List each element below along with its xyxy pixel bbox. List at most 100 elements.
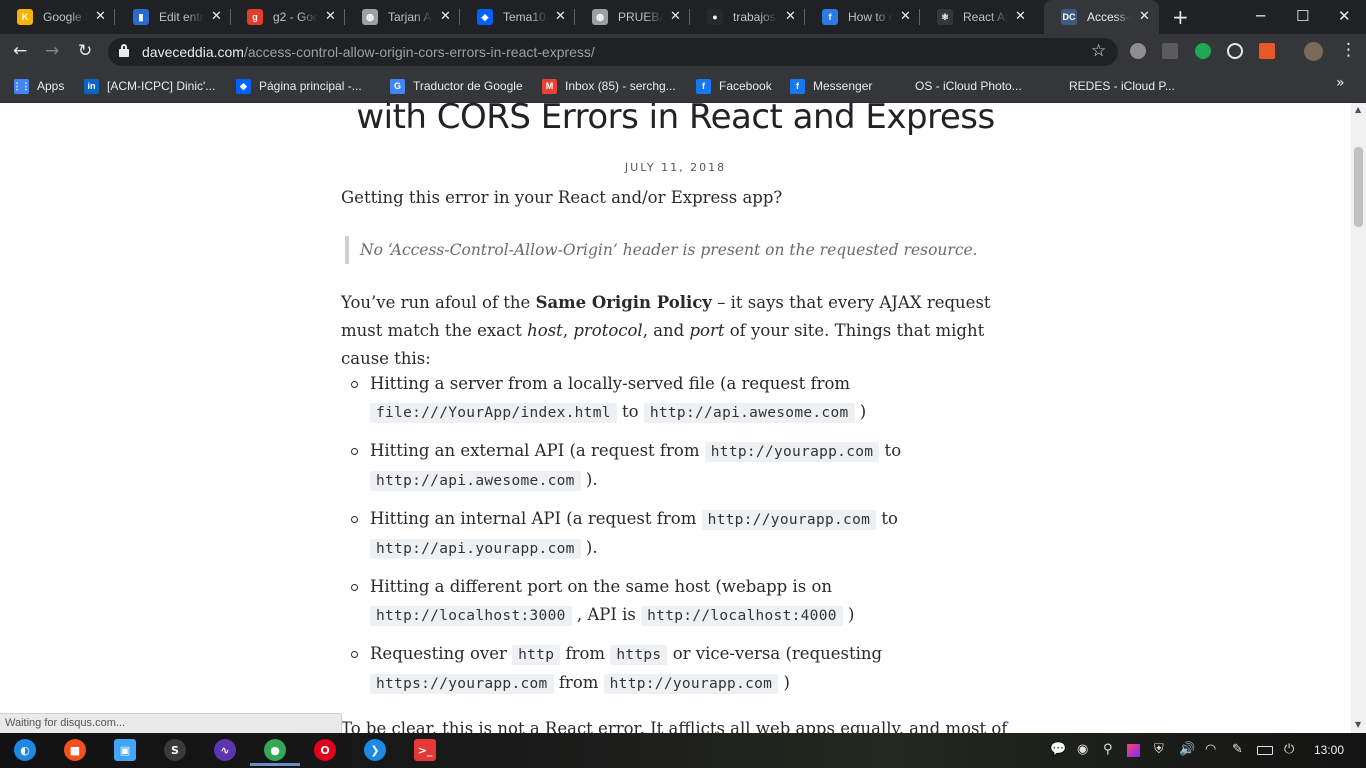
bookmark-item[interactable]: G Traductor de Google (390, 77, 523, 95)
screen-recorder-icon[interactable]: ■ (64, 739, 86, 761)
bookmark-label: REDES - iCloud P... (1069, 79, 1175, 93)
github-icon: ● (707, 9, 723, 25)
shield-icon[interactable]: ⛨ (1154, 742, 1164, 757)
new-tab-button[interactable]: + (1172, 5, 1189, 29)
os-taskbar: ◐ ■ ▣ S ∿ ● O ❯ >_ 💬 ◉ ⚲ ⛨ 🔊 ◠ ✎ ⏻ 13:00 (0, 733, 1366, 768)
bookmark-label: Página principal -... (259, 79, 362, 93)
browser-tab[interactable]: f How to connect ✕ (805, 0, 920, 34)
bookmark-item[interactable]: ◆ Página principal -... (236, 77, 362, 95)
bookmark-item[interactable]: OS - iCloud Photo... (892, 77, 1022, 95)
close-tab-icon[interactable]: ✕ (1139, 8, 1150, 24)
close-tab-icon[interactable]: ✕ (211, 8, 222, 24)
opera-icon[interactable]: O (314, 739, 336, 761)
apps-grid-icon: ⋮⋮ (13, 78, 31, 94)
bookmark-star-icon[interactable]: ☆ (1091, 41, 1106, 61)
close-tab-icon[interactable]: ✕ (1015, 8, 1026, 24)
browser-tab[interactable]: K Google Keep ✕ (0, 0, 115, 34)
browser-tab[interactable]: DC Access-Control ✕ (1044, 0, 1159, 34)
close-tab-icon[interactable]: ✕ (325, 8, 336, 24)
tab-title: Tema10-Dropbox (503, 10, 548, 24)
url-text[interactable]: daveceddia.com/access-control-allow-orig… (142, 44, 595, 60)
browser-tab[interactable]: ▮ Edit entry ✕ (116, 0, 231, 34)
maximize-icon[interactable]: ☐ (1296, 7, 1309, 25)
sublime-icon[interactable]: S (164, 739, 186, 761)
globe-icon: ◍ (362, 9, 378, 25)
tab-title: g2 - Google Slides (273, 10, 318, 24)
power-icon[interactable]: ⏻ (1284, 742, 1294, 757)
vscode-icon[interactable]: ❯ (364, 739, 386, 761)
terminal-icon[interactable]: >_ (414, 739, 436, 761)
address-bar[interactable]: daveceddia.com/access-control-allow-orig… (108, 38, 1118, 66)
forward-button[interactable]: → (45, 41, 59, 61)
browser-tab[interactable]: ● trabajos-github ✕ (690, 0, 805, 34)
back-button[interactable]: ← (13, 41, 27, 61)
bookmark-item[interactable]: f Facebook (696, 77, 772, 95)
chrome-icon[interactable]: ● (250, 739, 300, 766)
deepin-launcher-icon[interactable]: ◐ (14, 739, 36, 761)
browser-tab[interactable]: ◍ PRUEBA ✕ (575, 0, 690, 34)
browser-tab[interactable]: ⚛ React App ✕ (920, 0, 1035, 34)
list-item: Requesting over http from https or vice-… (351, 640, 990, 698)
clock[interactable]: 13:00 (1314, 743, 1344, 757)
bookmark-item[interactable]: M Inbox (85) - serchg... (542, 77, 676, 95)
intro-paragraph: Getting this error in your React and/or … (341, 188, 783, 207)
browser-tab[interactable]: ◍ Tarjan Algorithm ✕ (345, 0, 460, 34)
tab-title: Google Keep (43, 10, 88, 24)
browser-tab[interactable]: g g2 - Google Slides ✕ (230, 0, 345, 34)
close-tab-icon[interactable]: ✕ (440, 8, 451, 24)
lock-icon[interactable] (119, 44, 129, 57)
bookmark-label: OS - iCloud Photo... (915, 79, 1022, 93)
close-tab-icon[interactable]: ✕ (670, 8, 681, 24)
extension-icon[interactable] (1259, 43, 1275, 59)
extension-icon[interactable] (1162, 43, 1178, 59)
close-tab-icon[interactable]: ✕ (555, 8, 566, 24)
menu-kebab-icon[interactable]: ⋮ (1340, 40, 1357, 60)
keep-icon: K (17, 9, 33, 25)
page-scrollbar[interactable]: ▲ ▼ (1351, 103, 1366, 733)
translate-icon: G (390, 78, 405, 94)
list-item: Hitting an internal API (a request from … (351, 505, 990, 563)
tab-title: trabajos-github (733, 10, 778, 24)
bookmark-item[interactable]: f Messenger (790, 77, 872, 95)
extension-icon[interactable] (1130, 43, 1146, 59)
react-devtools-icon[interactable] (1227, 43, 1243, 59)
chat-icon[interactable]: 💬 (1050, 742, 1066, 757)
article-title: with CORS Errors in React and Express (356, 103, 995, 137)
wifi-icon[interactable]: ◠ (1205, 742, 1216, 757)
close-tab-icon[interactable]: ✕ (785, 8, 796, 24)
list-item: Hitting a different port on the same hos… (351, 573, 990, 630)
error-blockquote: No ‘Access-Control-Allow-Origin’ header … (345, 236, 985, 264)
bookmark-item[interactable]: ⋮⋮ Apps (13, 77, 64, 95)
app-store-icon[interactable]: ▣ (114, 739, 136, 761)
browser-toolbar: ← → ↻ daveceddia.com/access-control-allo… (0, 34, 1366, 70)
scroll-up-icon[interactable]: ▲ (1355, 105, 1361, 114)
avatar[interactable] (1304, 42, 1323, 61)
bookmarks-bar: ⋮⋮ Apps in [ACM-ICPC] Dinic'... ◆ Página prin… (0, 70, 1366, 103)
article-date: JULY 11, 2018 (624, 161, 727, 174)
reload-button[interactable]: ↻ (78, 41, 92, 61)
dropbox-icon: ◆ (477, 9, 493, 25)
usb-icon[interactable]: ⚲ (1103, 742, 1113, 757)
freecodecamp-icon: f (822, 9, 838, 25)
bookmarks-more-icon[interactable]: » (1336, 75, 1345, 91)
browser-tab[interactable]: ◆ Tema10-Dropbox ✕ (460, 0, 575, 34)
close-tab-icon[interactable]: ✕ (900, 8, 911, 24)
close-tab-icon[interactable]: ✕ (95, 8, 106, 24)
bookmark-item[interactable]: in [ACM-ICPC] Dinic'... (84, 77, 215, 95)
causes-list: Hitting a server from a locally-served f… (351, 370, 990, 708)
bookmark-item[interactable]: REDES - iCloud P... (1046, 77, 1175, 95)
scrollbar-thumb[interactable] (1354, 147, 1363, 227)
gamepad-icon[interactable]: ◉ (1077, 742, 1088, 757)
minimize-icon[interactable]: ─ (1256, 7, 1265, 25)
close-window-icon[interactable]: ✕ (1338, 7, 1351, 25)
pen-icon[interactable]: ✎ (1232, 742, 1243, 757)
tab-title: Edit entry (159, 10, 204, 24)
apple-icon (1046, 78, 1061, 94)
policy-paragraph: You’ve run afoul of the Same Origin Poli… (341, 293, 991, 368)
battery-icon[interactable] (1257, 746, 1273, 755)
system-monitor-icon[interactable]: ∿ (214, 739, 236, 761)
volume-icon[interactable]: 🔊 (1179, 742, 1195, 757)
jetbrains-toolbox-icon[interactable] (1127, 744, 1140, 757)
scroll-down-icon[interactable]: ▼ (1355, 720, 1361, 729)
extension-icon[interactable] (1195, 43, 1211, 59)
